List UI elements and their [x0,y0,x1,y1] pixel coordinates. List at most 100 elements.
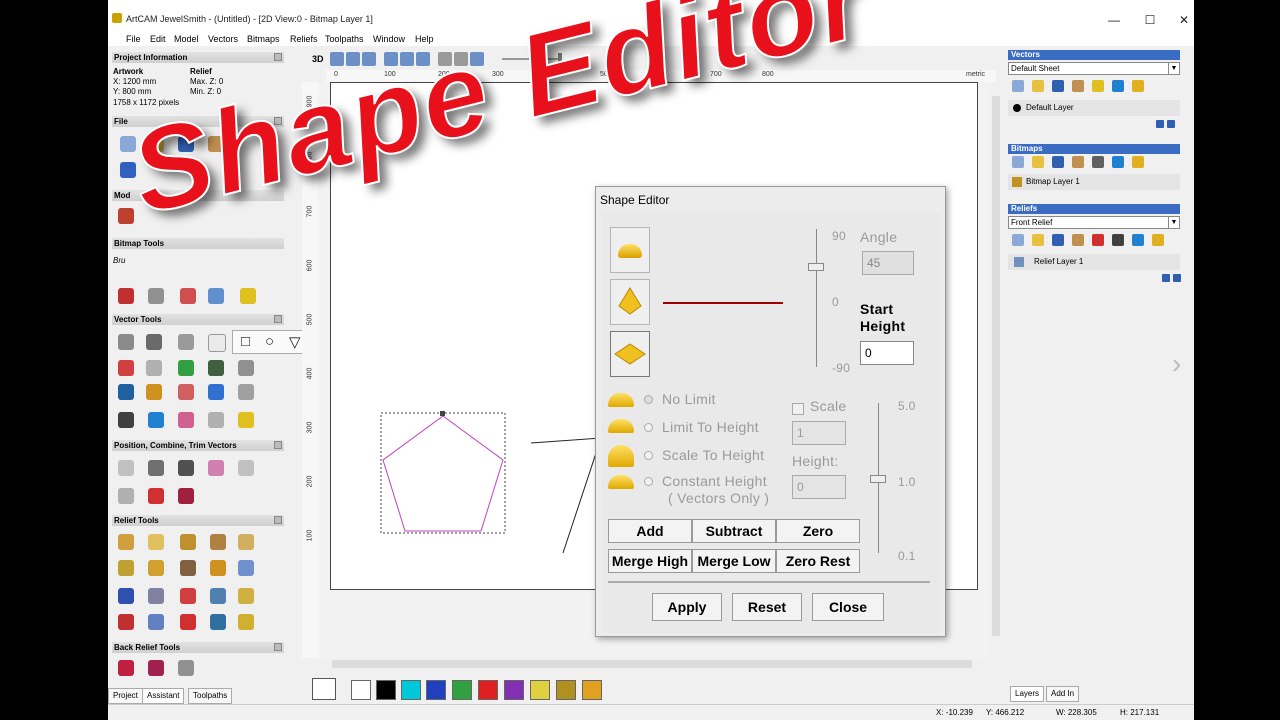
current-color-icon[interactable] [312,678,336,700]
import-layer-icon[interactable] [1072,80,1084,92]
menu-edit[interactable]: Edit [150,34,166,44]
fillet-icon[interactable] [178,384,194,400]
polyline-icon[interactable]: ▽ [289,333,301,351]
vectors-header[interactable]: Vectors [1008,50,1180,60]
new-bitmap-icon[interactable] [1012,156,1024,168]
bevel-icon[interactable] [180,560,196,576]
pin-icon[interactable] [274,315,282,323]
merge-high-button[interactable]: Merge High [608,549,692,573]
color-swatch-purple[interactable] [504,680,524,700]
merge-low-button[interactable]: Merge Low [692,549,776,573]
bitmap-tool-icon[interactable] [1092,156,1104,168]
relief-brush-icon[interactable] [180,588,196,604]
nesting-icon[interactable] [178,460,194,476]
select-arrow-icon[interactable] [118,334,134,350]
vector-tools-header[interactable]: Vector Tools [112,314,284,325]
pin-icon[interactable] [274,441,282,449]
save-relief-icon[interactable] [1052,234,1064,246]
relief-shape-icon[interactable] [180,534,196,550]
angle-spinner[interactable]: 45 [862,251,914,275]
relief-down-icon[interactable] [1132,234,1144,246]
tab-toolpaths[interactable]: Toolpaths [188,688,233,704]
relief-grid-icon[interactable] [1112,234,1124,246]
subtract-button[interactable]: Subtract [692,519,776,543]
group-icon[interactable] [148,460,164,476]
new-layer-icon[interactable] [1012,80,1024,92]
menu-toolpaths[interactable]: Toolpaths [325,34,364,44]
scale-checkbox[interactable] [792,403,804,415]
open-relief-icon[interactable] [1032,234,1044,246]
down-arrow-icon[interactable] [1167,120,1175,128]
model-tool-icon[interactable] [118,208,134,224]
position-combine-header[interactable]: Position, Combine, Trim Vectors [112,440,284,451]
relief-star-icon[interactable] [118,588,134,604]
relief-ball-icon[interactable] [210,614,226,630]
brush-icon[interactable] [118,288,134,304]
no-limit-radio[interactable] [644,395,653,404]
import-bitmap-icon[interactable] [1072,156,1084,168]
pin-icon[interactable] [274,516,282,524]
menu-model[interactable]: Model [174,34,199,44]
relief-face-icon[interactable] [118,614,134,630]
warp-icon[interactable] [148,488,164,504]
hscroll-thumb[interactable] [332,660,972,668]
relief-layer-row[interactable]: Relief Layer 1 [1008,254,1180,270]
scale-slider-thumb[interactable] [870,475,886,483]
layer-down-icon[interactable] [1112,80,1124,92]
smooth-icon[interactable] [146,384,162,400]
open-bitmap-icon[interactable] [1032,156,1044,168]
menu-vectors[interactable]: Vectors [208,34,238,44]
close-window-button[interactable]: ✕ [1174,12,1194,28]
import-relief-icon[interactable] [1072,234,1084,246]
rotate-icon[interactable] [178,488,194,504]
minimize-button[interactable]: — [1104,12,1124,28]
constant-height-radio[interactable] [644,477,653,486]
relief-view-icon[interactable] [238,560,254,576]
array-icon[interactable] [208,360,224,376]
vscroll-thumb[interactable] [992,96,1000,636]
menu-file[interactable]: File [126,34,141,44]
vertical-scrollbar[interactable] [990,82,1002,658]
color-tool-icon[interactable] [208,288,224,304]
reliefs-header[interactable]: Reliefs [1008,204,1180,214]
layer-props-icon[interactable] [1092,80,1104,92]
height-input[interactable]: 0 [792,475,846,499]
apply-button[interactable]: Apply [652,593,722,621]
pin-icon[interactable] [274,643,282,651]
save-bitmap-icon[interactable] [1052,156,1064,168]
align-icon[interactable] [178,360,194,376]
add-button[interactable]: Add [608,519,692,543]
relief-mesh-icon[interactable] [148,588,164,604]
open-layer-icon[interactable] [1032,80,1044,92]
plane-profile-button[interactable] [610,331,650,377]
vector-offset-icon[interactable] [118,360,134,376]
delete-vector-icon[interactable] [118,412,134,428]
scale-input[interactable]: 1 [792,421,846,445]
up-arrow-icon[interactable] [1156,120,1164,128]
tab-add-in[interactable]: Add In [1046,686,1080,702]
bitmap-down-icon[interactable] [1112,156,1124,168]
color-swatch-blue[interactable] [426,680,446,700]
circle-icon[interactable]: ○ [265,333,274,350]
up-arrow-icon[interactable] [1162,274,1170,282]
start-height-input[interactable]: 0 [860,341,914,365]
bitmap-layer-row[interactable]: Bitmap Layer 1 [1008,174,1180,190]
fill-icon[interactable] [148,288,164,304]
star-gold-icon[interactable] [238,412,254,428]
grid-icon[interactable] [238,360,254,376]
relief-star-icon[interactable] [1152,234,1164,246]
vector-text-icon[interactable] [208,412,224,428]
sheet-select[interactable]: Default Sheet ▼ [1008,62,1180,75]
node-edit-icon[interactable] [146,334,162,350]
back-relief-2-icon[interactable] [148,660,164,676]
relief-tray-icon[interactable] [238,614,254,630]
scale-to-height-radio[interactable] [644,451,653,460]
round-profile-button[interactable] [610,227,650,273]
relief-select[interactable]: Front Relief ▼ [1008,216,1180,229]
relief-red-icon[interactable] [180,614,196,630]
bitmap-to-vector-icon[interactable] [240,288,256,304]
rectangle-icon[interactable]: □ [241,333,250,350]
eyedropper-icon[interactable] [180,288,196,304]
join-vectors-icon[interactable] [146,360,162,376]
tab-project[interactable]: Project [108,688,143,704]
